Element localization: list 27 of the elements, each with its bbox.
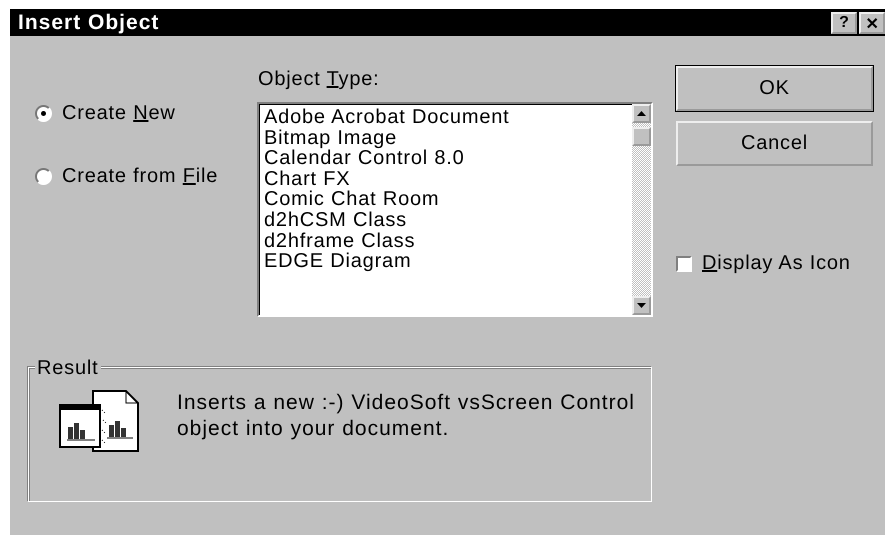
up-arrow-icon bbox=[637, 111, 646, 116]
list-item[interactable]: Adobe Acrobat Document bbox=[264, 107, 632, 128]
result-description: Inserts a new :-) VideoSoft vsScreen Control object into your document. bbox=[177, 390, 636, 442]
window-title: Insert Object bbox=[18, 10, 160, 34]
checkbox[interactable] bbox=[676, 256, 692, 272]
radio-label[interactable]: Create New bbox=[62, 102, 176, 125]
help-button[interactable]: ? bbox=[831, 12, 857, 34]
radio-button[interactable] bbox=[35, 105, 52, 122]
radio-label[interactable]: Create from File bbox=[62, 165, 218, 188]
down-arrow-icon bbox=[637, 303, 646, 308]
list-item[interactable]: Comic Chat Room bbox=[264, 189, 632, 210]
ok-button[interactable]: OK bbox=[676, 66, 873, 111]
list-item[interactable]: Chart FX bbox=[264, 168, 632, 190]
scroll-thumb[interactable] bbox=[632, 127, 651, 146]
scrollbar[interactable] bbox=[632, 104, 651, 315]
close-button[interactable]: ✕ bbox=[859, 12, 885, 34]
checkbox-label[interactable]: Display As Icon bbox=[702, 252, 851, 275]
radio-button[interactable] bbox=[35, 168, 52, 185]
list-label: Object Type: bbox=[258, 68, 380, 91]
list-item[interactable]: d2hCSM Class bbox=[264, 210, 632, 231]
cancel-button[interactable]: Cancel bbox=[676, 121, 873, 166]
list-item[interactable]: d2hframe Class bbox=[264, 230, 632, 252]
list-item[interactable]: Calendar Control 8.0 bbox=[264, 148, 632, 169]
object-icon bbox=[59, 390, 141, 452]
object-type-list[interactable]: Adobe Acrobat Document Bitmap Image Calendar Control 8.0 Chart FX Comic Chat Room d2hCSM Class d2hframe Class EDGE Diagram bbox=[257, 102, 653, 317]
list-item[interactable]: Bitmap Image bbox=[264, 128, 632, 148]
list-item[interactable]: EDGE Diagram bbox=[264, 251, 632, 272]
